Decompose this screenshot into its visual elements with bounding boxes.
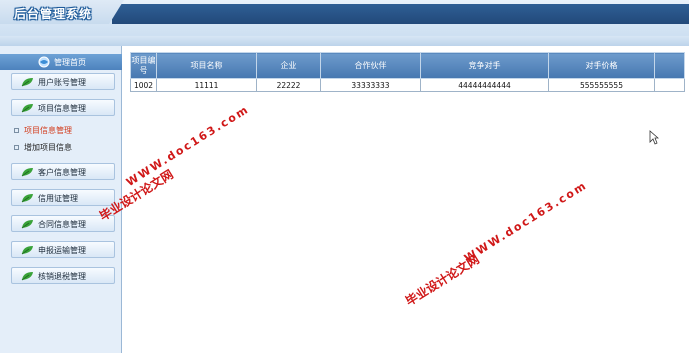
leaf-icon (21, 194, 33, 203)
bullet-icon (14, 128, 19, 133)
sidebar: 管理首页 用户账号管理 项目信息管理 项目信息管理 增加项目信息 客户信息管理 … (0, 46, 122, 353)
menu-project-info[interactable]: 项目信息管理 (11, 99, 115, 116)
subitem-add-project[interactable]: 增加项目信息 (14, 142, 72, 154)
cell-project-name: 11111 (156, 78, 257, 92)
leaf-icon (21, 246, 33, 255)
leaf-icon (21, 272, 33, 281)
col-header-extra (654, 52, 685, 79)
menu-shipping-declaration[interactable]: 申报运输管理 (11, 241, 115, 258)
cell-extra (654, 78, 685, 92)
leaf-icon (21, 168, 33, 177)
sidebar-home[interactable]: 管理首页 (0, 54, 122, 70)
col-header-project-id[interactable]: 项目编号 (130, 52, 157, 79)
cell-competitor-price: 555555555 (548, 78, 655, 92)
table-row[interactable]: 1002 11111 22222 33333333 44444444444 55… (130, 78, 685, 92)
leaf-icon (21, 104, 33, 113)
col-header-company[interactable]: 企业 (256, 52, 321, 79)
menu-label: 项目信息管理 (38, 104, 86, 113)
menu-contract-info[interactable]: 合同信息管理 (11, 215, 115, 232)
col-header-competitor-price[interactable]: 对手价格 (548, 52, 655, 79)
menu-label: 用户账号管理 (38, 78, 86, 87)
project-table: 项目编号 项目名称 企业 合作伙伴 竞争对手 对手价格 1002 11111 2… (130, 52, 685, 92)
menu-label: 合同信息管理 (38, 220, 86, 229)
menu-letter-of-credit[interactable]: 信用证管理 (11, 189, 115, 206)
menu-label: 客户信息管理 (38, 168, 86, 177)
menu-tax-refund[interactable]: 核销退税管理 (11, 267, 115, 284)
app-header: 后台管理系统 (0, 0, 689, 46)
cell-company: 22222 (256, 78, 321, 92)
cell-competitor: 44444444444 (420, 78, 549, 92)
leaf-icon (21, 220, 33, 229)
app-title: 后台管理系统 (14, 7, 93, 21)
header-subbar (0, 36, 689, 46)
cell-partner: 33333333 (320, 78, 421, 92)
subitem-label: 增加项目信息 (24, 143, 72, 152)
subitem-project-manage[interactable]: 项目信息管理 (14, 125, 72, 137)
mouse-cursor-icon (649, 130, 659, 145)
leaf-icon (21, 78, 33, 87)
menu-label: 申报运输管理 (38, 246, 86, 255)
header-band (112, 4, 689, 24)
home-globe-icon (38, 56, 50, 68)
table-header-row: 项目编号 项目名称 企业 合作伙伴 竞争对手 对手价格 (130, 52, 685, 79)
content-area: 项目编号 项目名称 企业 合作伙伴 竞争对手 对手价格 1002 11111 2… (124, 52, 689, 353)
sidebar-home-label: 管理首页 (54, 58, 86, 67)
menu-label: 信用证管理 (38, 194, 78, 203)
menu-label: 核销退税管理 (38, 272, 86, 281)
bullet-icon (14, 145, 19, 150)
cell-project-id: 1002 (130, 78, 157, 92)
menu-customer-info[interactable]: 客户信息管理 (11, 163, 115, 180)
menu-user-accounts[interactable]: 用户账号管理 (11, 73, 115, 90)
col-header-project-name[interactable]: 项目名称 (156, 52, 257, 79)
col-header-competitor[interactable]: 竞争对手 (420, 52, 549, 79)
subitem-label: 项目信息管理 (24, 126, 72, 135)
col-header-partner[interactable]: 合作伙伴 (320, 52, 421, 79)
